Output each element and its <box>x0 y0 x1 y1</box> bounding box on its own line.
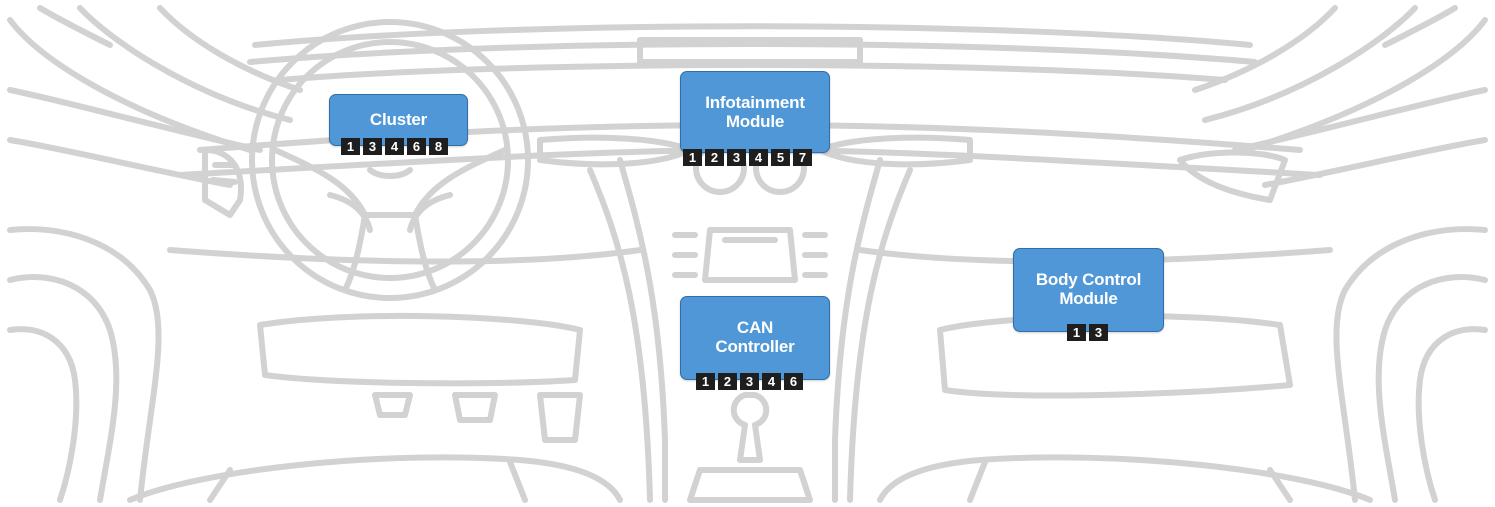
cluster-badge: 4 <box>385 138 404 155</box>
can-controller-badge: 6 <box>784 373 803 390</box>
infotainment-badge: 7 <box>793 149 812 166</box>
infotainment-badge: 1 <box>683 149 702 166</box>
cluster-badge-group: 1 3 4 6 8 <box>341 138 451 155</box>
infotainment-badge: 2 <box>705 149 724 166</box>
infotainment-module: Infotainment Module <box>680 71 830 153</box>
body-control-module-title: Body Control Module <box>1035 270 1142 308</box>
car-interior-diagram: Cluster 1 3 4 6 8 Infotainment Module 1 … <box>0 0 1495 507</box>
body-control-badge-group: 1 3 <box>1067 324 1112 341</box>
can-controller-badge: 3 <box>740 373 759 390</box>
can-controller-module: CAN Controller <box>680 296 830 380</box>
cluster-module-title: Cluster <box>369 110 428 129</box>
cluster-badge: 3 <box>363 138 382 155</box>
infotainment-badge: 4 <box>749 149 768 166</box>
can-controller-badge: 2 <box>718 373 737 390</box>
body-control-badge: 1 <box>1067 324 1086 341</box>
infotainment-module-title: Infotainment Module <box>705 93 805 131</box>
can-controller-badge: 4 <box>762 373 781 390</box>
cluster-badge: 6 <box>407 138 426 155</box>
can-controller-module-title: CAN Controller <box>715 318 795 356</box>
can-controller-badge: 1 <box>696 373 715 390</box>
body-control-badge: 3 <box>1089 324 1108 341</box>
infotainment-badge: 3 <box>727 149 746 166</box>
infotainment-badge-group: 1 2 3 4 5 7 <box>683 149 828 166</box>
infotainment-badge: 5 <box>771 149 790 166</box>
body-control-module: Body Control Module <box>1013 248 1164 332</box>
cluster-badge: 8 <box>429 138 448 155</box>
can-controller-badge-group: 1 2 3 4 6 <box>696 373 821 390</box>
cluster-badge: 1 <box>341 138 360 155</box>
